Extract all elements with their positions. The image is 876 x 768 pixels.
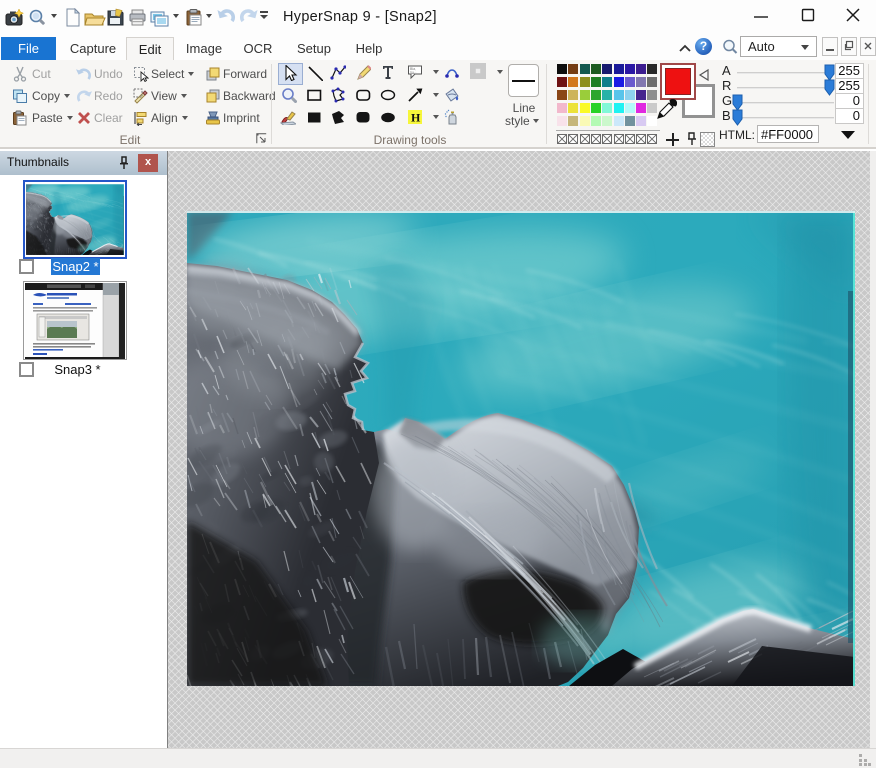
svg-text:bla...: bla... [410,70,417,74]
svg-text:H: H [411,111,421,125]
